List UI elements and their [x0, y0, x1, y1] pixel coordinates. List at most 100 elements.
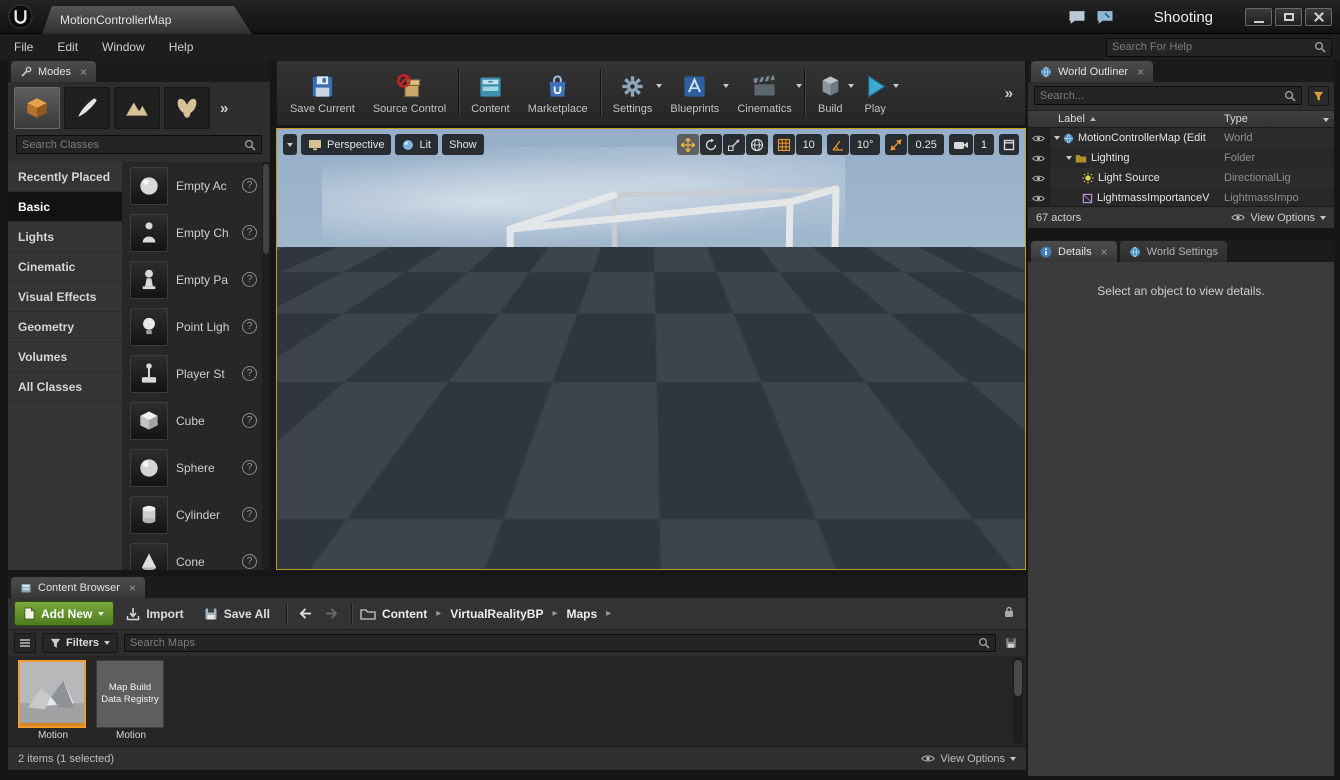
list-item-cube[interactable]: Cube ?: [122, 397, 262, 444]
import-button[interactable]: Import: [118, 601, 191, 626]
breadcrumb-maps[interactable]: Maps: [564, 607, 599, 621]
maximize-viewport-button[interactable]: [999, 134, 1019, 155]
tab-content-browser[interactable]: Content Browser ×: [11, 577, 145, 598]
place-mode-button[interactable]: [14, 87, 60, 129]
visibility-toggle[interactable]: [1028, 148, 1050, 168]
list-item-point-light[interactable]: Point Ligh ?: [122, 303, 262, 350]
list-item-cylinder[interactable]: Cylinder ?: [122, 491, 262, 538]
menu-file[interactable]: File: [14, 40, 33, 54]
column-header-type[interactable]: Type: [1224, 113, 1248, 125]
classes-search-input[interactable]: [22, 138, 244, 151]
help-icon[interactable]: ?: [242, 272, 257, 287]
source-control-button[interactable]: Source Control: [364, 68, 455, 118]
move-tool-button[interactable]: [676, 134, 699, 155]
menu-window[interactable]: Window: [102, 40, 145, 54]
forward-button[interactable]: [321, 603, 343, 625]
scale-snap-toggle-button[interactable]: [885, 134, 908, 155]
maximize-button[interactable]: [1275, 8, 1302, 26]
scale-snap-value-button[interactable]: 0.25: [908, 134, 944, 155]
list-item-cone[interactable]: Cone ?: [122, 538, 262, 570]
cinematics-button[interactable]: Cinematics: [728, 68, 802, 118]
list-item-sphere[interactable]: Sphere ?: [122, 444, 262, 491]
foliage-mode-button[interactable]: [164, 87, 210, 129]
tab-world-settings[interactable]: World Settings: [1119, 241, 1227, 262]
minimize-button[interactable]: [1245, 8, 1272, 26]
list-item-empty-character[interactable]: Empty Ch ?: [122, 209, 262, 256]
modes-scrollbar[interactable]: [262, 162, 270, 570]
play-button[interactable]: Play: [853, 68, 899, 118]
outliner-row-lighting[interactable]: Lighting Folder: [1028, 148, 1334, 168]
help-icon[interactable]: ?: [242, 413, 257, 428]
column-header-label[interactable]: Label: [1058, 113, 1096, 125]
save-all-button[interactable]: Save All: [196, 601, 278, 626]
breadcrumb-content[interactable]: Content: [380, 607, 429, 621]
back-button[interactable]: [295, 603, 317, 625]
camera-speed-value-button[interactable]: 1: [973, 134, 994, 155]
viewport[interactable]: Template ControllerMap Z Y Level: Motion…: [276, 128, 1026, 570]
expander-icon[interactable]: [1054, 136, 1060, 140]
add-new-button[interactable]: Add New: [14, 601, 115, 626]
tab-modes[interactable]: Modes ×: [11, 61, 97, 82]
build-button[interactable]: Build: [808, 68, 854, 118]
category-visual-effects[interactable]: Visual Effects: [8, 282, 122, 312]
help-search-input[interactable]: [1112, 41, 1314, 53]
close-button[interactable]: [1305, 8, 1332, 26]
blueprints-button[interactable]: Blueprints: [661, 68, 730, 118]
list-item-player-start[interactable]: Player St ?: [122, 350, 262, 397]
help-icon[interactable]: ?: [242, 554, 257, 569]
landscape-mode-button[interactable]: [114, 87, 160, 129]
grid-snap-toggle-button[interactable]: [772, 134, 795, 155]
breadcrumb-virtualrealitybp[interactable]: VirtualRealityBP: [448, 607, 545, 621]
outliner-view-options-button[interactable]: View Options: [1231, 212, 1326, 224]
scale-tool-button[interactable]: [722, 134, 745, 155]
content-button[interactable]: Content: [462, 68, 519, 118]
menu-help[interactable]: Help: [169, 40, 194, 54]
outliner-row-lightmass[interactable]: LightmassImportanceV LightmassImpo: [1028, 188, 1334, 206]
save-current-button[interactable]: Save Current: [281, 68, 364, 118]
document-tab[interactable]: MotionControllerMap: [42, 6, 252, 34]
camera-speed-button[interactable]: [948, 134, 973, 155]
close-icon[interactable]: ×: [1101, 245, 1108, 259]
close-icon[interactable]: ×: [80, 65, 87, 79]
marketplace-button[interactable]: Marketplace: [519, 68, 597, 118]
category-recently-placed[interactable]: Recently Placed: [8, 162, 122, 192]
asset-grid-scrollbar[interactable]: [1013, 658, 1023, 744]
sources-panel-toggle-button[interactable]: [14, 633, 36, 653]
category-cinematic[interactable]: Cinematic: [8, 252, 122, 282]
asset-tile-motioncontrollermap[interactable]: Motion: [18, 660, 88, 740]
list-item-empty-actor[interactable]: Empty Ac ?: [122, 162, 262, 209]
category-lights[interactable]: Lights: [8, 222, 122, 252]
world-local-toggle-button[interactable]: [745, 134, 768, 155]
close-icon[interactable]: ×: [129, 581, 136, 595]
category-volumes[interactable]: Volumes: [8, 342, 122, 372]
paint-mode-button[interactable]: [64, 87, 110, 129]
close-icon[interactable]: ×: [1137, 65, 1144, 79]
assets-search-input[interactable]: [130, 637, 978, 649]
chevron-down-icon[interactable]: [1323, 118, 1329, 122]
modes-overflow-chevron[interactable]: »: [214, 100, 228, 117]
help-icon[interactable]: ?: [242, 178, 257, 193]
save-search-button[interactable]: [1002, 634, 1020, 652]
asset-tile-map-build-data[interactable]: Map Build Data Registry Motion: [96, 660, 166, 740]
perspective-button[interactable]: Perspective: [301, 134, 392, 155]
outliner-search-input[interactable]: [1040, 89, 1284, 102]
filters-button[interactable]: Filters: [42, 633, 119, 653]
category-basic[interactable]: Basic: [8, 192, 122, 222]
help-icon[interactable]: ?: [242, 319, 257, 334]
viewport-options-button[interactable]: [283, 134, 297, 155]
help-icon[interactable]: ?: [242, 366, 257, 381]
outliner-row-map[interactable]: MotionControllerMap (Edit World: [1028, 128, 1334, 148]
help-icon[interactable]: ?: [242, 460, 257, 475]
bug-report-icon[interactable]: [1096, 10, 1114, 25]
expander-icon[interactable]: [1066, 156, 1072, 160]
visibility-toggle[interactable]: [1028, 188, 1050, 206]
rotation-snap-value-button[interactable]: 10°: [849, 134, 881, 155]
outliner-row-light-source[interactable]: Light Source DirectionalLig: [1028, 168, 1334, 188]
lit-mode-button[interactable]: Lit: [395, 134, 439, 155]
help-icon[interactable]: ?: [242, 225, 257, 240]
visibility-toggle[interactable]: [1028, 168, 1050, 188]
category-all-classes[interactable]: All Classes: [8, 372, 122, 402]
help-icon[interactable]: ?: [242, 507, 257, 522]
lock-button[interactable]: [1004, 605, 1020, 623]
rotation-snap-toggle-button[interactable]: [826, 134, 849, 155]
